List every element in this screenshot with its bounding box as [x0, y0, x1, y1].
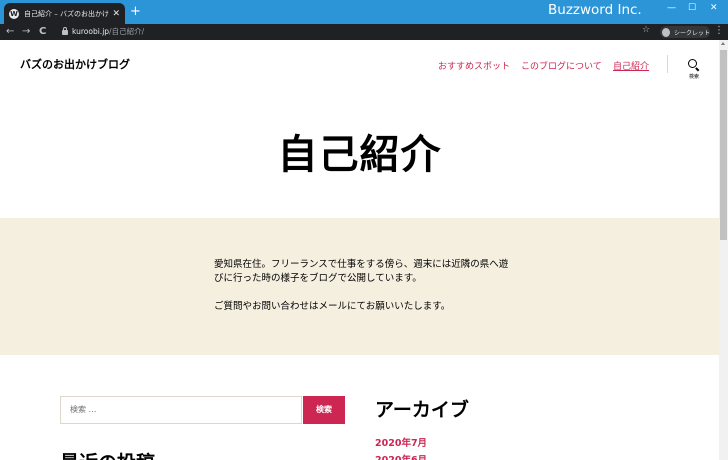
- reload-icon[interactable]: C: [39, 25, 46, 39]
- url-path: /自己紹介/: [109, 27, 145, 36]
- archive-heading: アーカイブ: [375, 399, 469, 421]
- close-window-icon[interactable]: ✕: [710, 3, 718, 13]
- web-page: バズのお出かけブログ おすすめスポット このブログについて 自己紹介 検索 自己…: [0, 40, 719, 460]
- maximize-icon[interactable]: ☐: [688, 3, 696, 13]
- tab-close-icon[interactable]: ✕: [112, 9, 120, 19]
- page-scrollbar[interactable]: [719, 40, 728, 460]
- url-host: kuroobi.jp: [72, 27, 110, 36]
- wordpress-favicon-icon: W: [9, 8, 19, 19]
- search-input[interactable]: 検索 …: [60, 396, 302, 424]
- search-submit-button[interactable]: 検索: [303, 396, 345, 424]
- archive-link-2020-07[interactable]: 2020年7月: [375, 435, 427, 449]
- browser-menu-icon[interactable]: ⋮: [714, 25, 724, 36]
- minimize-icon[interactable]: —: [667, 3, 676, 13]
- menu-item-profile[interactable]: 自己紹介: [613, 59, 649, 72]
- menu-divider: [667, 55, 668, 73]
- search-caption: 検索: [688, 74, 699, 80]
- brand-watermark: Buzzword Inc.: [548, 2, 642, 18]
- intro-section: 愛知県在住。フリーランスで仕事をする傍ら、週末には近隣の県へ遊びに行った時の様子…: [0, 218, 719, 355]
- contact-text: ご質問やお問い合わせはメールにてお願いいたします。: [214, 301, 451, 312]
- browser-toolbar: ← → C kuroobi.jp/自己紹介/ ☆ シークレット ⋮: [0, 24, 728, 40]
- recent-posts-heading: 最近の投稿: [60, 448, 155, 460]
- back-icon[interactable]: ←: [6, 25, 14, 39]
- tab-bar: W 自己紹介 – バズのお出かけブログ ✕ + Buzzword Inc. — …: [0, 0, 728, 24]
- lock-icon: [62, 27, 68, 35]
- scroll-up-icon[interactable]: [721, 42, 725, 45]
- tab-title: 自己紹介 – バズのお出かけブログ: [24, 9, 109, 18]
- header-search-button[interactable]: 検索: [684, 58, 704, 82]
- address-bar[interactable]: kuroobi.jp/自己紹介/: [72, 26, 144, 38]
- page-title: 自己紹介: [277, 132, 442, 178]
- menu-item-about-blog[interactable]: このブログについて: [521, 59, 602, 72]
- menu-item-spots[interactable]: おすすめスポット: [438, 59, 510, 72]
- intro-text: 愛知県在住。フリーランスで仕事をする傍ら、週末には近隣の県へ遊びに行った時の様子…: [214, 259, 509, 284]
- browser-tab[interactable]: W 自己紹介 – バズのお出かけブログ ✕: [4, 3, 125, 24]
- scrollbar-thumb[interactable]: [720, 50, 727, 240]
- browser-window: W 自己紹介 – バズのお出かけブログ ✕ + Buzzword Inc. — …: [0, 0, 728, 460]
- incognito-badge[interactable]: シークレット: [660, 26, 710, 38]
- search-icon-handle: [695, 67, 700, 72]
- forward-icon[interactable]: →: [22, 25, 30, 39]
- incognito-icon: [662, 27, 670, 37]
- site-title[interactable]: バズのお出かけブログ: [20, 56, 130, 72]
- new-tab-icon[interactable]: +: [130, 4, 141, 20]
- incognito-label: シークレット: [673, 29, 710, 37]
- archive-link-2020-06[interactable]: 2020年6月: [375, 452, 427, 460]
- bookmark-star-icon[interactable]: ☆: [642, 25, 650, 35]
